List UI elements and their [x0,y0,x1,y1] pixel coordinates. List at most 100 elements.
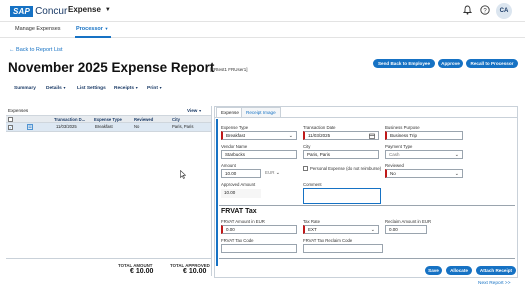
payment-type-value: Cash [389,152,400,157]
pane-splitter[interactable] [211,106,212,276]
chevron-down-icon: ▼ [104,26,109,31]
chevron-down-icon: ⌄ [454,171,459,177]
back-link-label: Back to Report List [16,47,63,53]
reclaim-amount-label: Reclaim Amount in EUR [385,219,432,224]
column-expense-type[interactable]: Expense Type [94,116,122,123]
mouse-cursor-icon [180,169,187,181]
comment-textarea[interactable] [303,188,381,204]
receipts-menu[interactable]: Receipts ▼ [114,86,138,91]
logo-concur: Concur [35,5,68,17]
row-expense-type: Breakfast [95,124,113,129]
approved-amount-label: Approved Amount [221,182,256,187]
next-report-link[interactable]: Next Report >> [478,281,511,286]
summary-menu[interactable]: Summary [14,86,36,91]
transaction-date-label: Transaction Date [303,125,336,130]
reviewed-select[interactable]: No ⌄ [385,169,463,178]
expense-type-value: Breakfast [226,133,246,138]
allocate-button[interactable]: Allocate [446,266,472,275]
concur-logo[interactable]: SAP Concur [10,5,67,17]
arrow-left-icon: ← [9,47,15,53]
bell-icon[interactable] [462,5,473,16]
row-transaction-date: 11/03/2025 [56,124,77,129]
frvat-amount-label: FRVAT Amount in EUR [221,219,265,224]
transaction-date-field[interactable]: 11/03/2025 [303,131,379,140]
payment-type-label: Payment Type [385,144,413,149]
details-menu-label: Details [46,86,62,91]
print-menu[interactable]: Print ▼ [147,86,162,91]
details-menu[interactable]: Details ▼ [46,86,66,91]
expense-type-label: Expense Type [221,125,249,130]
expenses-label: Expenses [8,108,29,113]
expense-type-select[interactable]: Breakfast ⌄ [221,131,297,140]
recall-button[interactable]: Recall to Processor [466,59,518,68]
personal-expense-checkbox[interactable] [303,166,308,171]
column-reviewed[interactable]: Reviewed [134,116,153,123]
chevron-down-icon: ▼ [197,109,202,113]
chevron-down-icon: ⌄ [288,133,293,139]
chevron-down-icon: ▼ [157,86,163,90]
amount-label: Amount [221,163,236,168]
print-menu-label: Print [147,86,158,91]
tab-receipt-image[interactable]: Receipt Image [241,107,281,117]
chevron-down-icon: ▼ [61,86,67,90]
nav-processor-label: Processor [76,26,103,32]
frvat-tax-code-input[interactable] [221,244,297,253]
select-all-checkbox[interactable] [8,117,13,122]
view-menu-label: View [187,108,198,113]
business-purpose-label: Business Purpose [385,125,420,130]
vendor-name-input[interactable]: Starbucks [221,150,297,159]
attach-receipt-button[interactable]: Attach Receipt [476,266,516,275]
currency-select[interactable]: EUR ⌄ [262,169,284,178]
amount-input[interactable]: 10.00 [221,169,261,178]
approved-amount-input[interactable]: 10.00 [221,189,261,198]
frvat-title: FRVAT Tax [221,208,257,215]
send-back-button[interactable]: Send Back to Employee [373,59,435,68]
receipt-icon [27,124,33,130]
save-button[interactable]: Save [425,266,442,275]
help-icon[interactable]: ? [479,5,490,16]
back-to-report-list-link[interactable]: ← Back to Report List [9,47,63,53]
city-input[interactable]: Paris, Paris [303,150,379,159]
expense-table-header: Transaction D... Expense Type Reviewed C… [6,115,211,123]
total-amount: € 10.00 [130,268,154,275]
receipts-menu-label: Receipts [114,86,134,91]
divider [6,258,211,259]
personal-expense-label: Personal Expense (do not reimburse) [310,166,382,171]
nav-active-indicator [75,36,111,38]
view-menu[interactable]: View ▼ [187,108,202,113]
currency-value: EUR [265,170,275,175]
nav-manage-expenses[interactable]: Manage Expenses [15,26,61,32]
tax-rate-label: Tax Rate [303,219,320,224]
approve-button[interactable]: Approve [438,59,463,68]
avatar[interactable]: CA [496,3,512,19]
frvat-reclaim-code-input[interactable] [303,244,383,253]
form-accent-bar [216,119,218,266]
column-city[interactable]: City [172,116,180,123]
frvat-amount-input[interactable]: 0.00 [221,225,297,234]
business-purpose-input[interactable]: Business Trip [385,131,463,140]
chevron-down-icon: ▼ [104,6,111,13]
reclaim-amount-input[interactable]: 0.00 [385,225,427,234]
frvat-reclaim-code-label: FRVAT Tax Reclaim Code [303,238,353,243]
list-settings-menu[interactable]: List Settings [77,86,106,91]
row-checkbox[interactable]: ✓ [8,124,13,130]
calendar-icon[interactable] [369,133,375,139]
payment-type-select[interactable]: Cash ⌄ [385,150,463,159]
row-city: Paris, Paris [172,124,194,129]
logo-sap: SAP [10,5,34,17]
tax-rate-select[interactable]: EXT ⌄ [303,225,379,234]
table-row[interactable]: ✓ 11/03/2025 Breakfast No Paris, Paris [6,123,211,132]
column-transaction-date[interactable]: Transaction D... [54,116,85,123]
reviewed-label: Reviewed [385,163,404,168]
nav-processor[interactable]: Processor ▼ [76,26,108,32]
chevron-down-icon: ▼ [134,86,139,90]
app-switcher-label: Expense [68,5,101,14]
tab-expense[interactable]: Expense [216,107,244,117]
total-approved: € 10.00 [183,268,207,275]
reviewed-value: No [390,171,396,176]
page-title: November 2025 Expense Report [8,60,215,75]
app-switcher[interactable]: Expense ▼ [68,5,111,14]
city-label: City [303,144,311,149]
row-reviewed: No [134,124,140,129]
tab-divider [214,117,518,118]
